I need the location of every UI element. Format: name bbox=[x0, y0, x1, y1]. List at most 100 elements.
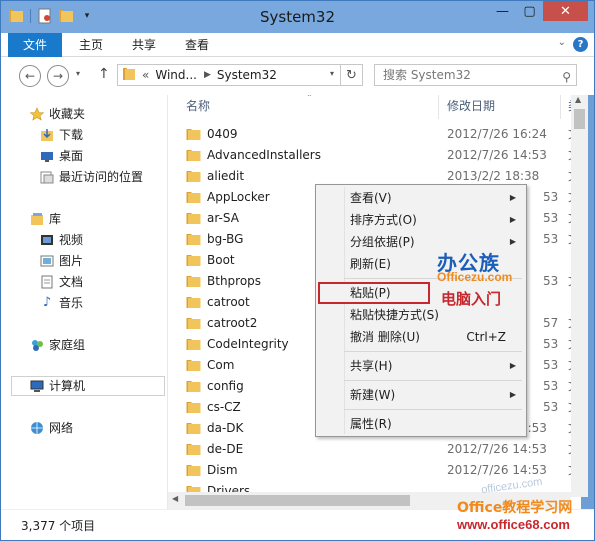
menu-item-label: 刷新(E) bbox=[350, 257, 391, 271]
nav-item-libraries[interactable]: 库 bbox=[29, 209, 61, 229]
nav-item-documents[interactable]: 文档 bbox=[39, 272, 83, 292]
modified-date: 2012/7/26 14:53 bbox=[447, 148, 547, 162]
menu-item-sort-by[interactable]: 排序方式(O) ▶ bbox=[318, 209, 524, 231]
file-name: CodeIntegrity bbox=[207, 337, 289, 351]
nav-item-label: 下载 bbox=[59, 128, 84, 142]
menu-item-label: 分组依据(P) bbox=[350, 235, 415, 249]
explorer-window: ▾ System32 — ▢ ✕ 文件 主页 共享 查看 ⌄ ? ← → ▾ ↑… bbox=[0, 0, 595, 541]
maximize-button[interactable]: ▢ bbox=[516, 1, 543, 21]
list-item[interactable]: de-DE2012/7/26 14:53文 bbox=[168, 439, 581, 460]
computer-icon bbox=[29, 378, 45, 394]
breadcrumb-system32[interactable]: System32 bbox=[217, 68, 277, 82]
help-icon[interactable]: ? bbox=[573, 37, 588, 52]
search-icon[interactable]: ⚲ bbox=[562, 67, 571, 87]
modified-date: 53 bbox=[543, 337, 559, 351]
modified-date: 2012/7/26 16:24 bbox=[447, 127, 547, 141]
menu-item-view[interactable]: 查看(V) ▶ bbox=[318, 187, 524, 209]
folder-icon bbox=[122, 67, 136, 84]
recent-locations-icon[interactable]: ▾ bbox=[76, 69, 80, 78]
file-name: AdvancedInstallers bbox=[207, 148, 321, 162]
homegroup-icon bbox=[29, 337, 45, 353]
minimize-button[interactable]: — bbox=[489, 1, 516, 21]
context-menu: 查看(V) ▶ 排序方式(O) ▶ 分组依据(P) ▶ 刷新(E) 粘贴(P) 粘贴快… bbox=[315, 184, 527, 437]
vertical-scrollbar[interactable]: ▲ bbox=[571, 95, 588, 497]
watermark-bottom-title: Office教程学习网 bbox=[457, 500, 573, 516]
nav-item-downloads[interactable]: 下载 bbox=[39, 125, 83, 145]
documents-icon bbox=[39, 274, 55, 290]
close-button[interactable]: ✕ bbox=[543, 1, 588, 21]
file-name: catroot bbox=[207, 295, 250, 309]
chevron-right-icon[interactable]: ▶ bbox=[204, 70, 211, 80]
column-divider[interactable] bbox=[560, 95, 561, 119]
forward-button[interactable]: → bbox=[47, 65, 69, 87]
overflow-chevrons[interactable]: « bbox=[142, 68, 149, 82]
nav-item-desktop[interactable]: 桌面 bbox=[39, 146, 83, 166]
nav-item-network[interactable]: 网络 bbox=[29, 418, 73, 438]
nav-item-homegroup[interactable]: 家庭组 bbox=[29, 335, 85, 355]
tab-file[interactable]: 文件 bbox=[8, 33, 62, 57]
file-name: da-DK bbox=[207, 421, 244, 435]
watermark-subtitle: 电脑入门 bbox=[441, 290, 502, 308]
modified-date: 53 bbox=[543, 211, 559, 225]
star-icon bbox=[29, 106, 45, 122]
title-bar: ▾ System32 — ▢ ✕ bbox=[1, 1, 594, 33]
menu-item-undo-delete[interactable]: 撤消 删除(U) Ctrl+Z bbox=[318, 326, 524, 348]
nav-item-label: 网络 bbox=[49, 421, 74, 435]
pictures-icon bbox=[39, 253, 55, 269]
address-dropdown-icon[interactable]: ▾ bbox=[330, 69, 334, 78]
nav-item-music[interactable]: ♪ 音乐 bbox=[39, 293, 83, 313]
list-item[interactable]: 04092012/7/26 16:24文 bbox=[168, 124, 581, 145]
back-button[interactable]: ← bbox=[19, 65, 41, 87]
tab-home[interactable]: 主页 bbox=[73, 33, 109, 57]
nav-item-label: 计算机 bbox=[49, 379, 86, 393]
watermark-bottom-url: www.office68.com bbox=[457, 517, 570, 532]
nav-item-favorites[interactable]: 收藏夹 bbox=[29, 104, 85, 124]
scroll-up-icon[interactable]: ▲ bbox=[575, 95, 581, 104]
menu-item-paste[interactable]: 粘贴(P) bbox=[318, 282, 430, 304]
file-name: Bthprops bbox=[207, 274, 262, 288]
list-item[interactable]: AdvancedInstallers2012/7/26 14:53文 bbox=[168, 145, 581, 166]
nav-item-videos[interactable]: 视频 bbox=[39, 230, 83, 250]
file-name: AppLocker bbox=[207, 190, 270, 204]
menu-item-properties[interactable]: 属性(R) bbox=[318, 413, 524, 435]
tab-view[interactable]: 查看 bbox=[179, 33, 215, 57]
expand-ribbon-icon[interactable]: ⌄ bbox=[558, 37, 566, 48]
file-name: catroot2 bbox=[207, 316, 258, 330]
submenu-arrow-icon: ▶ bbox=[509, 215, 516, 224]
nav-item-label: 桌面 bbox=[59, 149, 84, 163]
menu-item-label: 查看(V) bbox=[350, 191, 392, 205]
submenu-arrow-icon: ▶ bbox=[509, 193, 516, 202]
scrollbar-thumb[interactable] bbox=[574, 109, 585, 129]
ribbon-tabs: 文件 主页 共享 查看 ⌄ ? bbox=[1, 33, 594, 57]
column-divider[interactable] bbox=[438, 95, 439, 119]
menu-separator bbox=[344, 380, 522, 381]
menu-item-label: 排序方式(O) bbox=[350, 213, 417, 227]
menu-item-share[interactable]: 共享(H) ▶ bbox=[318, 355, 524, 377]
address-bar[interactable]: « Wind... ▶ System32 ▾ ↻ bbox=[117, 64, 363, 86]
modified-date: 53 bbox=[543, 379, 559, 393]
scroll-left-icon[interactable]: ◀ bbox=[172, 494, 178, 503]
nav-item-pictures[interactable]: 图片 bbox=[39, 251, 83, 271]
refresh-icon[interactable]: ↻ bbox=[340, 65, 362, 85]
submenu-arrow-icon: ▶ bbox=[509, 390, 516, 399]
up-button[interactable]: ↑ bbox=[98, 66, 110, 82]
nav-item-label: 文档 bbox=[59, 275, 84, 289]
modified-date: 2012/7/26 14:53 bbox=[447, 442, 547, 456]
menu-separator bbox=[344, 409, 522, 410]
music-icon: ♪ bbox=[42, 295, 52, 310]
nav-item-computer[interactable]: 计算机 bbox=[11, 376, 165, 396]
menu-item-new[interactable]: 新建(W) ▶ bbox=[318, 384, 524, 406]
tab-share[interactable]: 共享 bbox=[126, 33, 162, 57]
breadcrumb-windows[interactable]: Wind... bbox=[155, 68, 197, 82]
nav-item-recent[interactable]: 最近访问的位置 bbox=[39, 167, 143, 187]
scrollbar-thumb[interactable] bbox=[185, 495, 410, 506]
search-placeholder: 搜索 System32 bbox=[383, 68, 471, 82]
nav-item-label: 收藏夹 bbox=[49, 107, 86, 121]
watermark-url: Officezu.com bbox=[437, 270, 513, 284]
menu-item-label: 属性(R) bbox=[350, 417, 392, 431]
column-header-name[interactable]: 名称 bbox=[186, 95, 436, 117]
column-header-date[interactable]: 修改日期 bbox=[447, 95, 557, 117]
file-name: Boot bbox=[207, 253, 235, 267]
search-input[interactable]: 搜索 System32 ⚲ bbox=[374, 64, 577, 86]
file-name: ar-SA bbox=[207, 211, 239, 225]
